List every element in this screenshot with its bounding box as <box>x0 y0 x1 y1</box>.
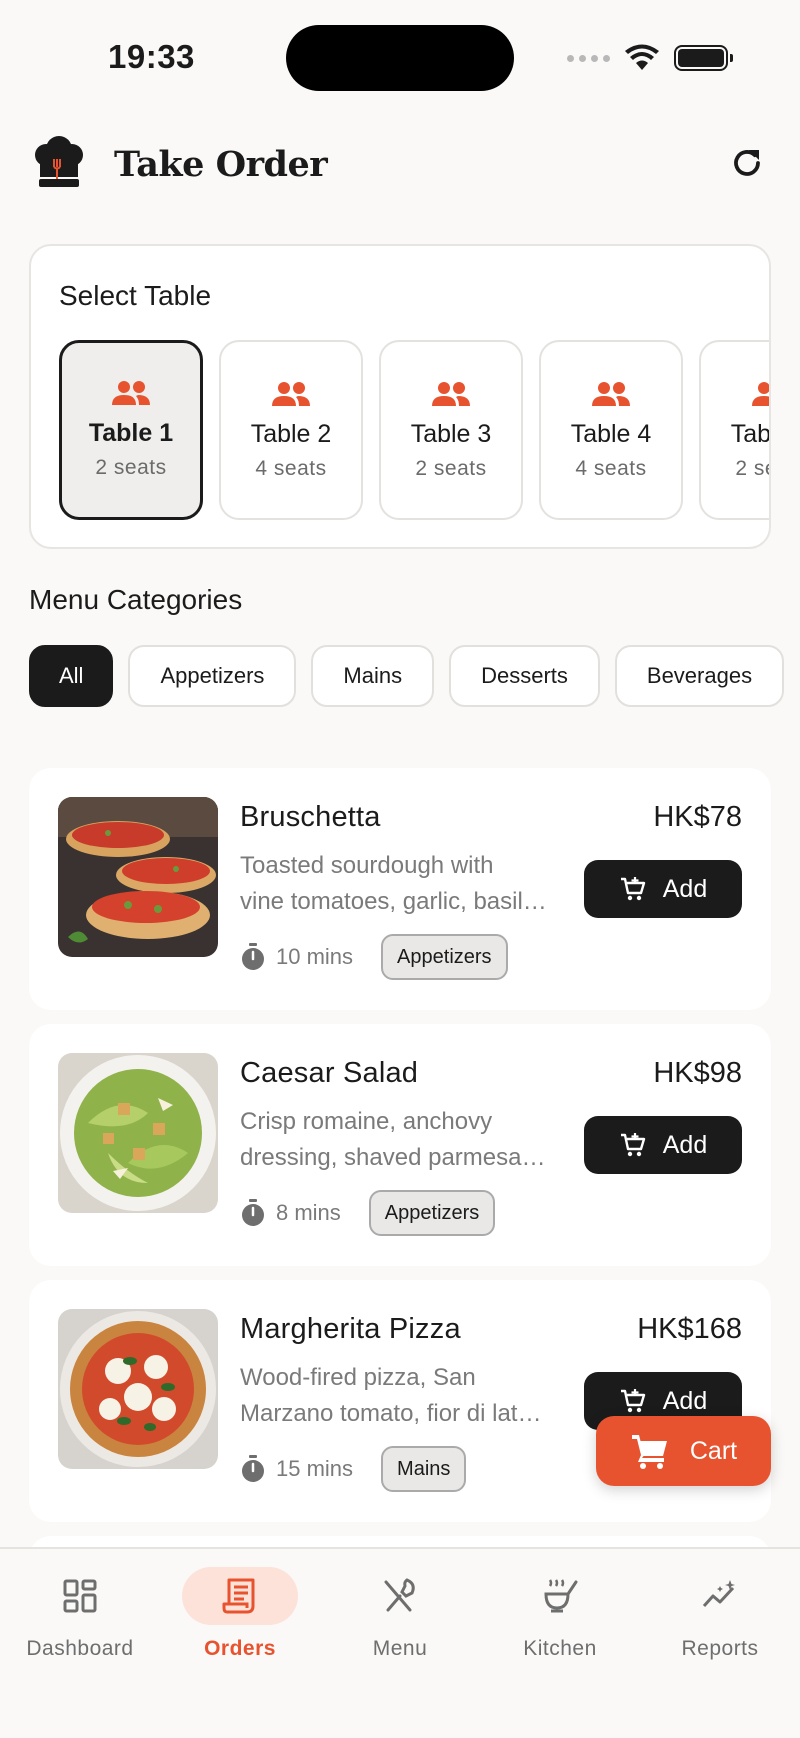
item-prep-time: 15 mins <box>276 1456 354 1481</box>
status-time: 19:33 <box>108 38 195 75</box>
nav-label: Dashboard <box>26 1637 134 1660</box>
category-chip-all[interactable]: All <box>29 645 114 707</box>
table-name: Table 2 <box>250 420 332 448</box>
utensils-icon <box>384 1578 415 1612</box>
people-icon <box>752 382 769 406</box>
table-name: Table 1 <box>88 419 174 447</box>
nav-label: Menu <box>372 1637 428 1660</box>
add-cart-icon <box>620 1133 645 1157</box>
nav-item-orders[interactable]: Orders <box>160 1567 320 1661</box>
table-seats: 4 seats <box>575 457 647 480</box>
cart-label: Cart <box>689 1436 738 1465</box>
item-photo <box>58 1053 218 1213</box>
chart-icon <box>702 1580 735 1608</box>
item-meta: 8 mins Appetizers <box>240 1190 496 1236</box>
item-name: Bruschetta <box>240 801 381 833</box>
table-seats: 2 seats <box>415 457 487 480</box>
nav-item-kitchen[interactable]: Kitchen <box>480 1567 640 1661</box>
item-category-badge: Mains <box>381 1446 467 1492</box>
item-category-badge: Appetizers <box>381 934 508 980</box>
page-title: Take Order <box>114 143 328 185</box>
people-icon <box>112 381 150 405</box>
table-seats: 2 seats <box>735 457 769 480</box>
dashboard-icon <box>63 1579 97 1613</box>
people-icon <box>592 382 630 406</box>
category-chips: All Appetizers Mains Desserts Beverages <box>29 645 800 707</box>
receipt-icon <box>222 1578 255 1614</box>
item-photo <box>58 1309 218 1469</box>
table-tile-4[interactable]: Table 4 4 seats <box>539 340 683 520</box>
table-tile-5[interactable]: Table 5 2 seats <box>699 340 771 520</box>
table-tile-1[interactable]: Table 1 2 seats <box>59 340 203 520</box>
app-header: Take Order <box>30 132 770 196</box>
item-prep-time: 10 mins <box>276 944 354 969</box>
nav-label: Orders <box>204 1637 276 1660</box>
item-meta: 15 mins Mains <box>240 1446 467 1492</box>
item-description: Wood-fired pizza, San Marzano tomato, fi… <box>240 1364 542 1427</box>
nav-label: Reports <box>681 1637 759 1660</box>
category-chip-desserts[interactable]: Desserts <box>449 645 600 707</box>
add-cart-icon <box>620 877 645 901</box>
item-meta: 10 mins Appetizers <box>240 934 508 980</box>
chef-hat-icon <box>35 136 83 187</box>
refresh-icon <box>734 150 760 176</box>
table-list[interactable]: Table 1 2 seats Table 2 4 seats Table 3 … <box>59 340 771 522</box>
refresh-button[interactable] <box>724 140 770 186</box>
add-cart-icon <box>620 1389 645 1413</box>
people-icon <box>272 382 310 406</box>
add-button-label: Add <box>662 874 708 903</box>
item-price: HK$78 <box>653 801 742 833</box>
table-name: Table 4 <box>570 420 652 448</box>
item-description: Toasted sourdough with vine tomatoes, ga… <box>240 852 547 915</box>
dynamic-island <box>286 25 514 91</box>
item-prep-time: 8 mins <box>276 1200 341 1225</box>
bottom-nav: Dashboard Orders Menu Kitchen Reports <box>0 1547 800 1738</box>
table-tile-3[interactable]: Table 3 2 seats <box>379 340 523 520</box>
item-description: Crisp romaine, anchovy dressing, shaved … <box>240 1108 546 1171</box>
status-indicators <box>567 44 733 72</box>
menu-categories-title: Menu Categories <box>29 584 243 615</box>
table-tile-2[interactable]: Table 2 4 seats <box>219 340 363 520</box>
nav-item-menu[interactable]: Menu <box>320 1567 480 1661</box>
add-button-label: Add <box>662 1386 708 1415</box>
category-chip-mains[interactable]: Mains <box>311 645 435 707</box>
select-table-card: Select Table Table 1 2 seats Table 2 4 s… <box>29 244 771 549</box>
people-icon <box>432 382 470 406</box>
table-seats: 4 seats <box>255 457 327 480</box>
table-name: Table 3 <box>410 420 492 448</box>
timer-icon <box>242 1455 264 1482</box>
battery-icon <box>674 45 733 71</box>
cart-button[interactable]: Cart <box>596 1416 771 1486</box>
add-to-cart-button[interactable]: Add <box>584 1116 742 1174</box>
menu-item-card[interactable]: Caesar Salad HK$98 Crisp romaine, anchov… <box>29 1024 771 1266</box>
category-chip-appetizers[interactable]: Appetizers <box>128 645 297 707</box>
category-chip-beverages[interactable]: Beverages <box>614 645 785 707</box>
table-name: Table 5 <box>730 420 771 448</box>
cart-icon <box>631 1435 667 1469</box>
wifi-icon <box>625 44 659 70</box>
add-to-cart-button[interactable]: Add <box>584 860 742 918</box>
timer-icon <box>242 943 264 970</box>
soup-icon <box>544 1579 578 1613</box>
item-photo <box>58 797 218 957</box>
item-price: HK$168 <box>637 1313 742 1345</box>
item-name: Margherita Pizza <box>240 1313 461 1345</box>
add-button-label: Add <box>662 1130 708 1159</box>
table-seats: 2 seats <box>95 456 167 479</box>
timer-icon <box>242 1199 264 1226</box>
signal-icon <box>567 54 610 62</box>
menu-item-card[interactable]: Bruschetta HK$78 Toasted sourdough with … <box>29 768 771 1010</box>
nav-label: Kitchen <box>523 1637 597 1660</box>
nav-item-dashboard[interactable]: Dashboard <box>0 1567 160 1661</box>
select-table-title: Select Table <box>59 280 212 311</box>
item-name: Caesar Salad <box>240 1057 419 1089</box>
item-category-badge: Appetizers <box>368 1190 496 1236</box>
item-price: HK$98 <box>653 1057 742 1089</box>
nav-item-reports[interactable]: Reports <box>640 1567 800 1661</box>
status-bar: 19:33 <box>0 0 800 110</box>
